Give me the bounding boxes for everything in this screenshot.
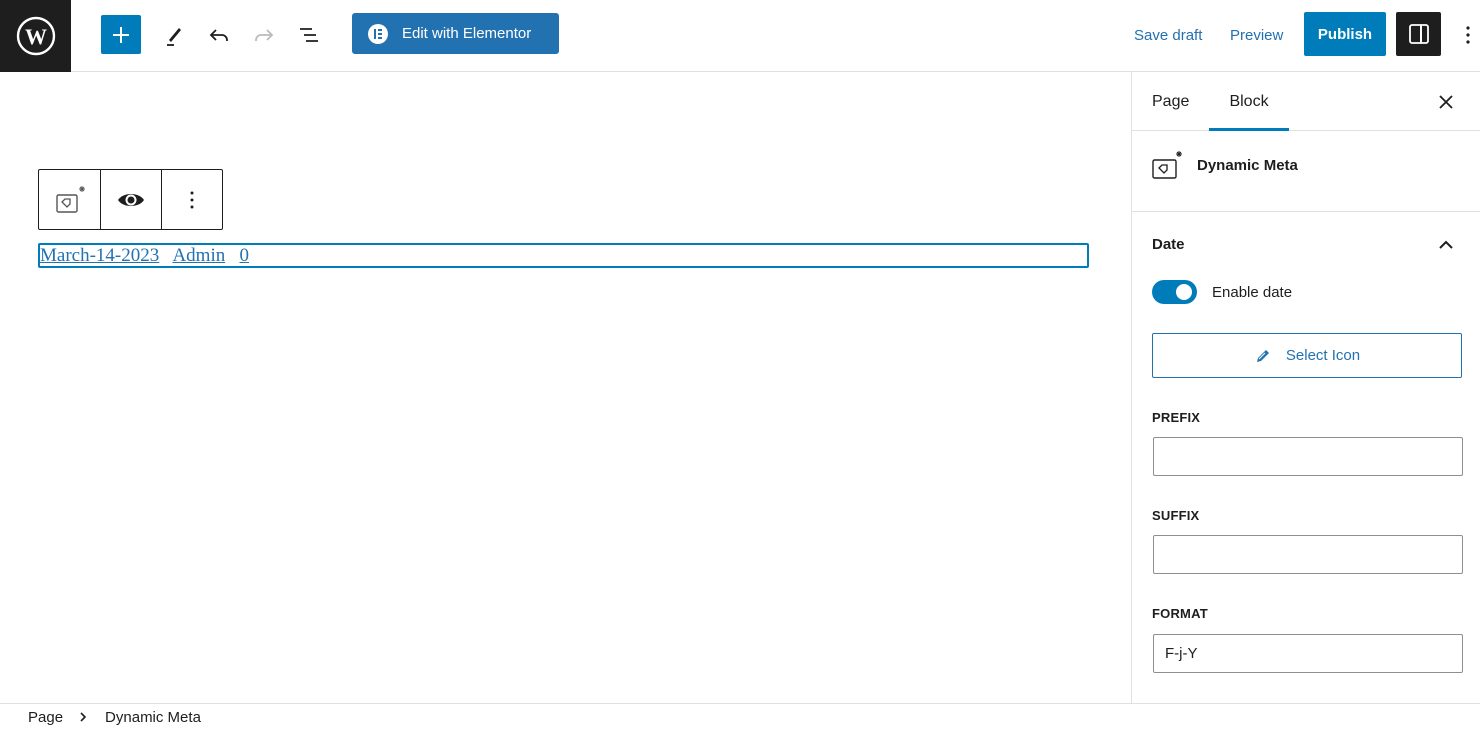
- block-card-title: Dynamic Meta: [1197, 157, 1298, 174]
- date-panel-title: Date: [1152, 236, 1185, 253]
- sidebar-icon: [1408, 24, 1429, 44]
- date-panel-header[interactable]: Date: [1132, 225, 1480, 273]
- preview-button[interactable]: Preview: [1224, 22, 1289, 48]
- editor-header: W Edit with Elementor Save draft Preview…: [0, 0, 1480, 72]
- dynamic-meta-icon: [55, 185, 85, 213]
- redo-button[interactable]: [248, 18, 280, 52]
- close-sidebar-button[interactable]: [1432, 88, 1460, 116]
- select-icon-label: Select Icon: [1285, 347, 1361, 364]
- breadcrumb-dynamic-meta[interactable]: Dynamic Meta: [105, 709, 201, 726]
- edit-with-elementor-label: Edit with Elementor: [402, 25, 532, 42]
- visibility-button[interactable]: [100, 170, 161, 229]
- select-icon-button[interactable]: Select Icon: [1152, 333, 1462, 378]
- enable-date-control: Enable date: [1152, 280, 1292, 304]
- block-card: Dynamic Meta: [1132, 131, 1480, 212]
- elementor-icon: [368, 23, 388, 44]
- block-options-button[interactable]: [161, 170, 222, 229]
- format-input[interactable]: [1153, 634, 1463, 673]
- editor-canvas[interactable]: March-14-2023 Admin 0: [0, 72, 1131, 703]
- prefix-label: PREFIX: [1152, 410, 1201, 425]
- edit-with-elementor-button[interactable]: Edit with Elementor: [352, 13, 559, 54]
- meta-date-link[interactable]: March-14-2023: [40, 245, 159, 266]
- eye-icon: [118, 193, 144, 206]
- dynamic-meta-icon: [1152, 151, 1182, 179]
- undo-button[interactable]: [203, 18, 235, 52]
- document-overview-button[interactable]: [293, 18, 325, 52]
- block-breadcrumb: Page Dynamic Meta: [0, 703, 1480, 730]
- settings-sidebar: Page Block Dynamic Meta Date Enable date…: [1131, 72, 1480, 703]
- meta-author-link[interactable]: Admin: [172, 245, 225, 266]
- add-block-button[interactable]: [101, 15, 141, 54]
- more-vertical-icon: [1466, 26, 1470, 44]
- suffix-input[interactable]: [1153, 535, 1463, 574]
- format-label: FORMAT: [1152, 606, 1208, 621]
- meta-comments-link[interactable]: 0: [239, 245, 249, 266]
- block-type-button[interactable]: [39, 170, 100, 229]
- wordpress-icon: W: [16, 16, 55, 56]
- enable-date-label: Enable date: [1212, 283, 1293, 301]
- chevron-up-icon[interactable]: [1434, 233, 1458, 257]
- close-icon: [1439, 95, 1453, 109]
- enable-date-toggle[interactable]: [1152, 280, 1197, 304]
- dynamic-meta-block[interactable]: March-14-2023 Admin 0: [38, 243, 1089, 268]
- pencil-icon: [1256, 349, 1269, 362]
- list-view-icon: [300, 28, 318, 42]
- save-draft-button[interactable]: Save draft: [1128, 22, 1208, 48]
- tab-page[interactable]: Page: [1132, 72, 1209, 131]
- undo-icon: [209, 29, 228, 41]
- suffix-label: SUFFIX: [1152, 508, 1200, 523]
- redo-icon: [255, 29, 274, 41]
- tab-block[interactable]: Block: [1209, 72, 1289, 131]
- wordpress-logo[interactable]: W: [0, 0, 71, 72]
- chevron-right-icon: [79, 712, 87, 722]
- svg-text:W: W: [25, 24, 47, 49]
- block-toolbar: [38, 169, 223, 230]
- tools-button[interactable]: [157, 18, 189, 52]
- sidebar-tabs: Page Block: [1132, 72, 1480, 131]
- plus-icon: [113, 26, 129, 43]
- more-vertical-icon: [190, 191, 194, 208]
- breadcrumb-page[interactable]: Page: [28, 709, 63, 726]
- prefix-input[interactable]: [1153, 437, 1463, 476]
- options-menu-button[interactable]: [1456, 18, 1480, 52]
- settings-sidebar-toggle[interactable]: [1396, 12, 1441, 56]
- publish-button[interactable]: Publish: [1304, 12, 1386, 56]
- pencil-icon: [167, 28, 181, 46]
